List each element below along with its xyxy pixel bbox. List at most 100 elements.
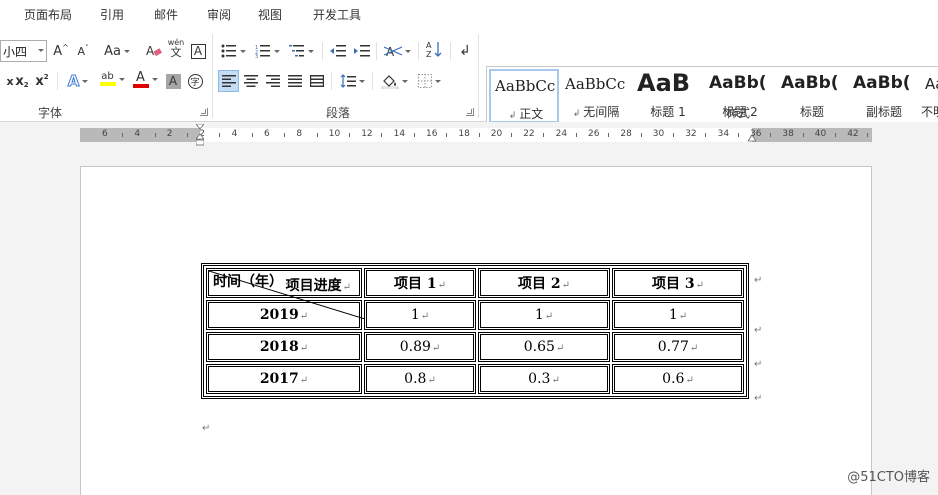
subscript-button[interactable]: x2 xyxy=(14,70,30,92)
ruler-number: 8 xyxy=(296,129,303,139)
phonetic-guide-char: 文 xyxy=(170,46,182,59)
style-heading-1[interactable]: AaB 标题 1 xyxy=(633,69,703,123)
column-header-text: 项目 1 xyxy=(393,276,437,292)
paragraph-dialog-launcher-icon[interactable] xyxy=(466,108,474,116)
chinese-layout-button[interactable]: A xyxy=(382,40,412,62)
value-cell[interactable]: 0.77↵ xyxy=(612,332,744,362)
end-of-row-mark: ↵ xyxy=(754,359,763,370)
font-color-button[interactable]: A xyxy=(130,68,160,90)
enclose-characters-button[interactable]: 字 xyxy=(186,70,204,92)
value-text: 0.6 xyxy=(662,371,685,387)
sort-button[interactable]: AZ xyxy=(424,38,444,60)
style-subtitle[interactable]: AaBb( 副标题 xyxy=(849,69,919,123)
style-name-text: 正文 xyxy=(519,107,544,121)
align-center-button[interactable] xyxy=(241,70,261,92)
justify-button[interactable] xyxy=(285,70,305,92)
table-row: 2017↵ 0.8↵ 0.3↵ 0.6↵ xyxy=(206,364,744,394)
tab-page-layout[interactable]: 页面布局 xyxy=(24,6,72,23)
ruler-tick xyxy=(802,133,804,137)
numbering-button[interactable]: 123 xyxy=(252,40,282,62)
increase-indent-icon xyxy=(354,45,370,57)
tab-review[interactable]: 审阅 xyxy=(207,6,231,23)
document-page[interactable]: 项目进度↵ 时间（年）↵ 项目 1↵ 项目 2↵ 项目 3↵ 2019↵ 1↵ … xyxy=(80,166,872,495)
diagonal-header-cell[interactable]: 项目进度↵ 时间（年）↵ xyxy=(206,268,365,319)
year-cell[interactable]: 2018↵ xyxy=(206,332,362,362)
column-header-cell[interactable]: 项目 3↵ xyxy=(612,268,744,298)
value-text: 0.77 xyxy=(657,339,689,355)
highlight-color-button[interactable]: ab xyxy=(96,68,128,90)
tab-mailings[interactable]: 邮件 xyxy=(154,6,178,23)
value-cell[interactable]: 1↵ xyxy=(364,300,476,330)
ruler-tick xyxy=(770,133,772,137)
ruler-number: 24 xyxy=(555,129,568,139)
font-size-combobox[interactable]: 小四 xyxy=(0,40,47,62)
paragraph-mark: ↵ xyxy=(555,343,565,354)
change-case-button[interactable]: Aa xyxy=(102,40,132,62)
font-dialog-launcher-icon[interactable] xyxy=(200,108,208,116)
style-no-spacing[interactable]: AaBbCc ↲ 无间隔 xyxy=(561,69,631,123)
decrease-indent-button[interactable] xyxy=(328,40,348,62)
align-right-button[interactable] xyxy=(263,70,283,92)
diagonal-header-top: 项目进度↵ xyxy=(286,275,351,295)
value-cell[interactable]: 0.3↵ xyxy=(478,364,610,394)
superscript-button[interactable]: x2 xyxy=(34,70,50,92)
style-sample: AaBb( xyxy=(853,73,911,93)
value-text: 1 xyxy=(410,307,420,323)
character-border-button[interactable]: A xyxy=(189,40,207,62)
value-cell[interactable]: 0.8↵ xyxy=(364,364,476,394)
clear-formatting-button[interactable]: A xyxy=(145,40,163,62)
superscript-icon: x xyxy=(35,73,44,89)
align-left-button[interactable] xyxy=(218,70,239,92)
shading-button[interactable] xyxy=(378,70,410,92)
column-header-cell[interactable]: 项目 1↵ xyxy=(364,268,476,298)
ruler-tick xyxy=(349,133,350,137)
tab-developer[interactable]: 开发工具 xyxy=(313,6,361,23)
font-size-value: 小四 xyxy=(3,44,28,59)
distributed-button[interactable] xyxy=(307,70,327,92)
shrink-font-button[interactable]: A ˅ xyxy=(74,40,92,62)
increase-indent-button[interactable] xyxy=(352,40,372,62)
right-indent-marker-icon[interactable] xyxy=(748,134,756,142)
tab-view[interactable]: 视图 xyxy=(258,6,282,23)
character-shading-button[interactable]: A xyxy=(164,70,182,92)
style-name: 标题 1 xyxy=(650,105,686,119)
value-cell[interactable]: 1↵ xyxy=(478,300,610,330)
divider xyxy=(322,42,323,60)
horizontal-ruler[interactable]: 6 4 2 2 4 6 8 10 12 14 16 18 20 22 24 26 28 30 32 34 36 38 40 4… xyxy=(0,122,938,148)
borders-button[interactable] xyxy=(414,70,444,92)
bullets-button[interactable] xyxy=(218,40,248,62)
ruler-number: 6 xyxy=(102,129,108,139)
value-cell[interactable]: 0.89↵ xyxy=(364,332,476,362)
phonetic-guide-button[interactable]: wén 文 xyxy=(166,38,186,60)
value-cell[interactable]: 0.65↵ xyxy=(478,332,610,362)
ruler-tick xyxy=(543,133,545,137)
style-title[interactable]: AaBb( 标题 xyxy=(777,69,847,123)
ruler-number: 38 xyxy=(782,129,794,139)
chevron-down-icon xyxy=(307,49,314,53)
line-spacing-button[interactable] xyxy=(337,70,367,92)
column-header-cell[interactable]: 项目 2↵ xyxy=(478,268,610,298)
show-hide-marks-button[interactable]: ↲ xyxy=(456,40,474,62)
multilevel-list-button[interactable] xyxy=(286,40,316,62)
style-normal[interactable]: AaBbCc ↲ 正文 xyxy=(489,69,559,123)
grow-arrow: ^ xyxy=(62,42,69,52)
project-progress-table[interactable]: 项目进度↵ 时间（年）↵ 项目 1↵ 项目 2↵ 项目 3↵ 2019↵ 1↵ … xyxy=(201,263,749,399)
grow-font-button[interactable]: A ^ xyxy=(52,40,70,62)
year-cell[interactable]: 2017↵ xyxy=(206,364,362,394)
style-sample: AaBbCc xyxy=(495,77,556,95)
style-subtle-emphasis[interactable]: Aa 不明 xyxy=(921,69,938,123)
borders-icon xyxy=(417,74,432,88)
paragraph-mark: ↵ xyxy=(299,375,309,386)
ruler-number: 40 xyxy=(814,129,827,139)
end-of-row-mark: ↵ xyxy=(754,325,763,336)
sort-az-icon: AZ xyxy=(426,41,442,58)
tab-references[interactable]: 引用 xyxy=(100,6,124,23)
ruler-number: 2 xyxy=(166,129,173,139)
style-name-text: 无间隔 xyxy=(583,105,620,119)
text-effects-button[interactable]: A xyxy=(64,70,92,92)
value-cell[interactable]: 0.6↵ xyxy=(612,364,744,394)
ruler-tick xyxy=(673,133,674,137)
subscript-icon: x xyxy=(15,73,24,89)
value-cell[interactable]: 1↵ xyxy=(612,300,744,330)
indent-marker-icon[interactable] xyxy=(196,124,204,146)
